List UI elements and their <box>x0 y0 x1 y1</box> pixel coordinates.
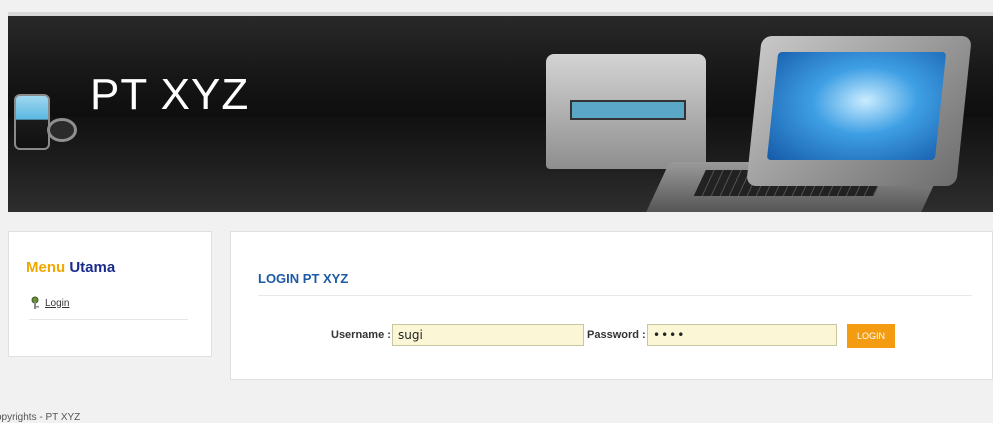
menu-divider <box>29 319 188 320</box>
key-icon <box>31 296 39 309</box>
site-title: PT XYZ <box>90 70 250 119</box>
pt-xyz-logo-icon <box>14 94 80 154</box>
login-title: LOGIN PT XYZ <box>258 271 349 286</box>
menu-title: Menu Utama <box>26 259 115 276</box>
username-label: Username : <box>331 329 391 341</box>
password-label: Password : <box>587 329 646 341</box>
device-screen <box>570 100 686 120</box>
laptop-illustration <box>746 36 972 186</box>
login-divider <box>258 295 972 296</box>
handheld-device-illustration <box>546 54 706 169</box>
sidebar-menu: Menu Utama Login <box>8 231 212 357</box>
password-field[interactable] <box>647 324 837 346</box>
header-banner: PT XYZ <box>8 12 993 212</box>
login-button[interactable]: LOGIN <box>847 324 895 348</box>
menu-title-word2: Utama <box>69 259 116 276</box>
logo-block-shape <box>14 94 50 150</box>
sidebar-item-label: Login <box>45 297 70 309</box>
sidebar-item-login[interactable]: Login <box>29 296 69 310</box>
laptop-screen <box>766 52 947 160</box>
footer-copyright: opyrights - PT XYZ <box>0 412 81 423</box>
logo-circle-shape <box>47 118 77 142</box>
username-field[interactable] <box>392 324 584 346</box>
login-panel: LOGIN PT XYZ Username : Password : LOGIN <box>230 231 993 380</box>
menu-title-word1: Menu <box>26 259 66 276</box>
